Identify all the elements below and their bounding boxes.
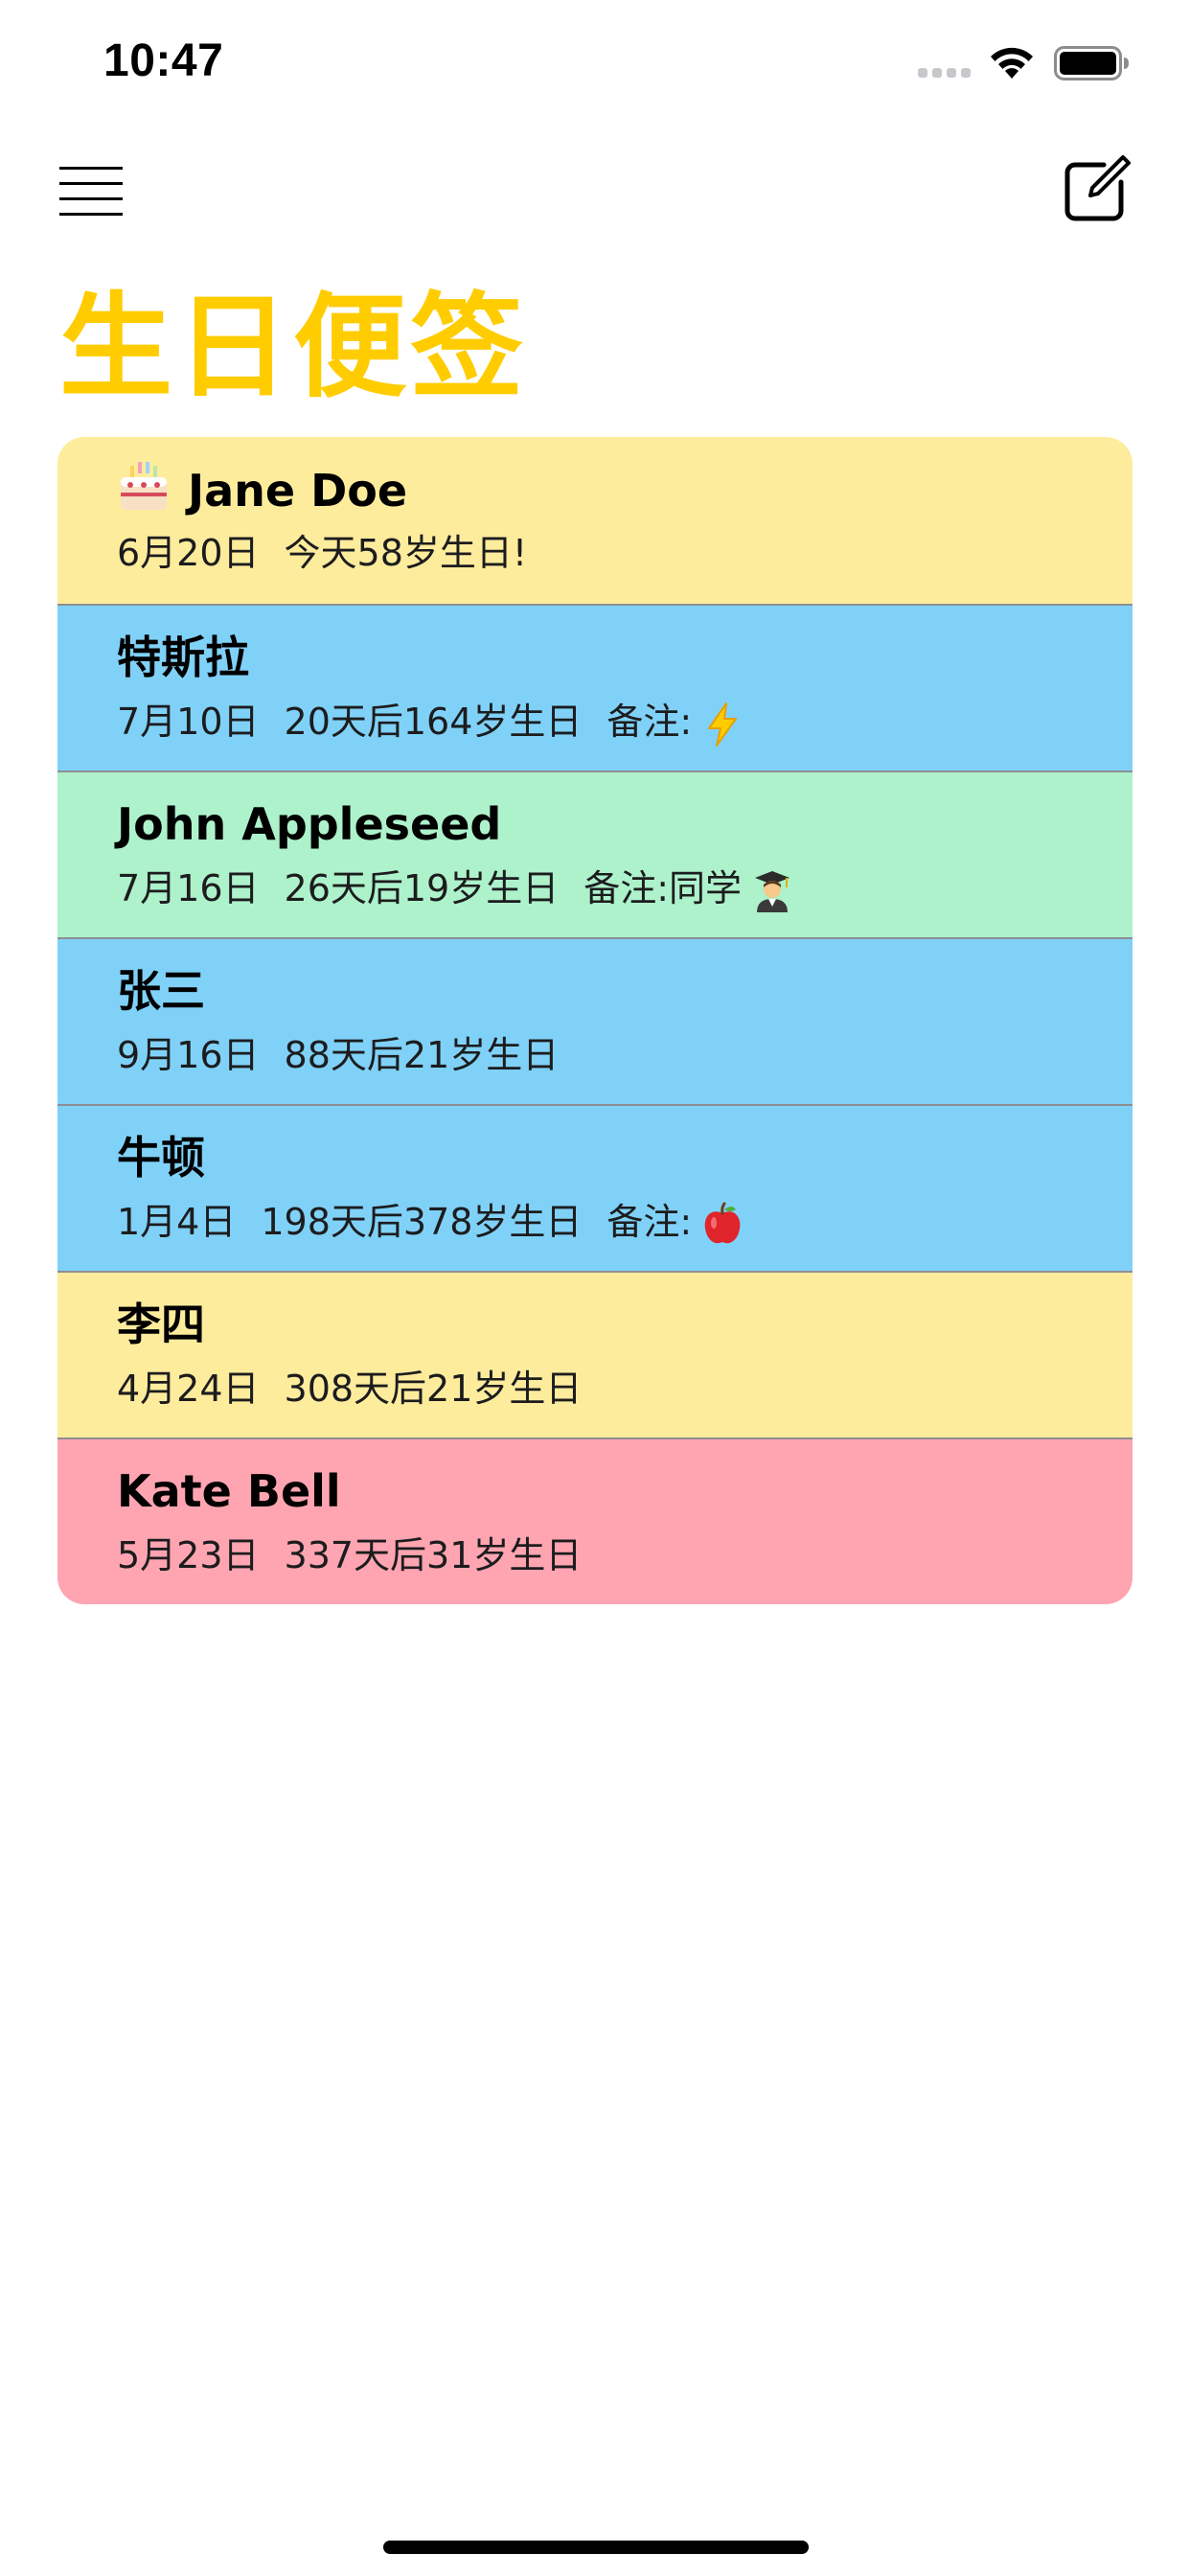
note-text: 备注: <box>606 1201 693 1243</box>
person-name: 张三 <box>117 965 205 1017</box>
birthday-date: 7月16日 <box>117 867 260 909</box>
list-item[interactable]: 李四 4月24日 308天后21岁生日 <box>57 1271 1133 1438</box>
birthday-cake-icon <box>121 462 167 510</box>
compose-icon[interactable] <box>1062 151 1134 224</box>
home-indicator[interactable] <box>383 2541 809 2554</box>
list-item[interactable]: 张三 9月16日 88天后21岁生日 <box>57 937 1133 1104</box>
hamburger-menu-icon[interactable] <box>57 161 126 222</box>
navigation-bar <box>0 144 1190 240</box>
birthday-date: 5月23日 <box>117 1534 260 1576</box>
page-title: 生日便签 <box>59 281 528 413</box>
birthday-countdown: 今天58岁生日! <box>284 532 528 574</box>
signal-icon <box>918 68 972 78</box>
birthday-date: 9月16日 <box>117 1034 260 1076</box>
person-name: 李四 <box>117 1299 205 1350</box>
lightning-icon <box>708 702 738 747</box>
person-name: John Appleseed <box>117 798 502 850</box>
status-bar: 10:47 <box>0 0 1190 126</box>
list-item[interactable]: 特斯拉 7月10日 20天后164岁生日 备注: <box>57 604 1133 770</box>
person-name: Kate Bell <box>117 1465 341 1517</box>
wifi-icon <box>991 47 1033 79</box>
person-name: 牛顿 <box>117 1132 205 1184</box>
birthday-countdown: 20天后164岁生日 <box>284 701 583 743</box>
graduate-icon <box>755 870 790 912</box>
status-time: 10:47 <box>103 35 224 86</box>
birthday-date: 4月24日 <box>117 1368 260 1410</box>
birthday-list: Jane Doe 6月20日 今天58岁生日! 特斯拉 7月10日 20天后16… <box>57 437 1133 1604</box>
birthday-countdown: 308天后21岁生日 <box>284 1368 583 1410</box>
list-item[interactable]: Jane Doe 6月20日 今天58岁生日! <box>57 437 1133 604</box>
birthday-countdown: 88天后21岁生日 <box>284 1034 560 1076</box>
birthday-date: 6月20日 <box>117 532 260 574</box>
birthday-countdown: 337天后31岁生日 <box>284 1534 583 1576</box>
list-item[interactable]: John Appleseed 7月16日 26天后19岁生日 备注:同学 <box>57 770 1133 937</box>
apple-icon <box>704 1202 741 1243</box>
note-text: 备注: <box>606 701 693 743</box>
battery-icon <box>1054 46 1129 80</box>
person-name: Jane Doe <box>188 465 408 517</box>
birthday-date: 1月4日 <box>117 1201 237 1243</box>
note-text: 备注:同学 <box>584 867 743 909</box>
list-item[interactable]: Kate Bell 5月23日 337天后31岁生日 <box>57 1438 1133 1604</box>
person-name: 特斯拉 <box>117 632 249 683</box>
birthday-date: 7月10日 <box>117 701 260 743</box>
birthday-countdown: 198天后378岁生日 <box>261 1201 583 1243</box>
birthday-countdown: 26天后19岁生日 <box>284 867 560 909</box>
list-item[interactable]: 牛顿 1月4日 198天后378岁生日 备注: <box>57 1104 1133 1271</box>
